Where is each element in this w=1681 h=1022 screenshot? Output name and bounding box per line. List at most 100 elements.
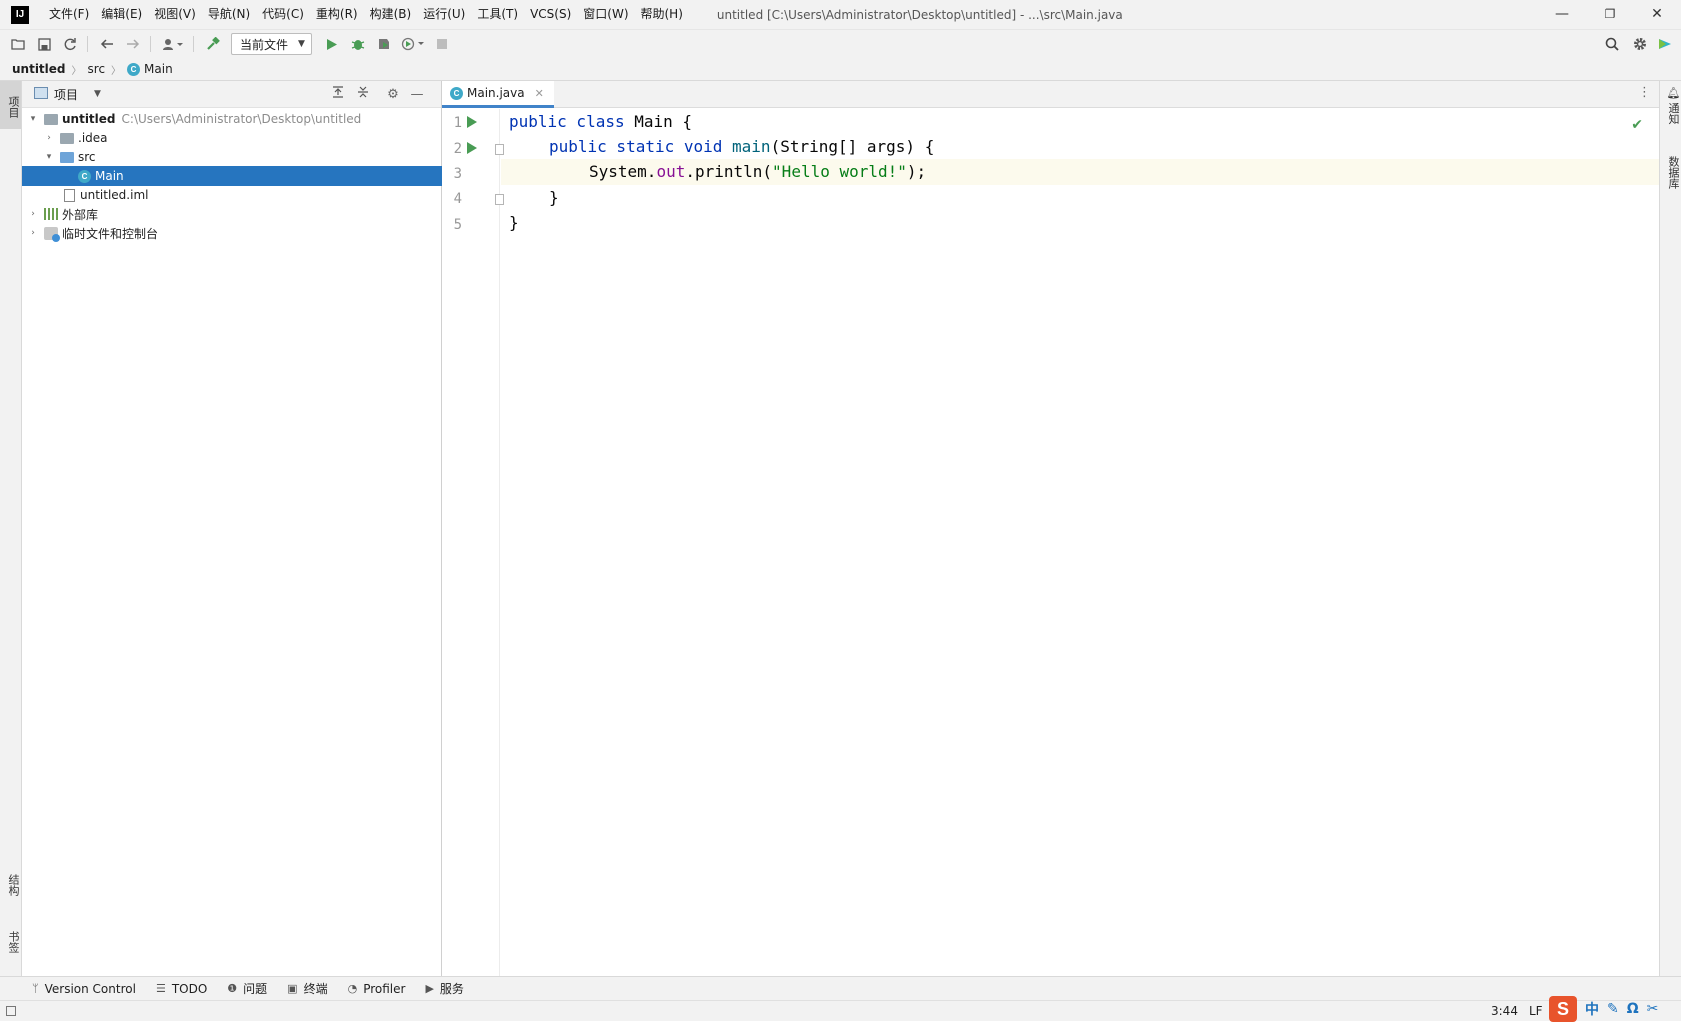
breadcrumb-main[interactable]: Main xyxy=(144,62,173,76)
run-configuration-dropdown[interactable]: 当前文件 ▼ xyxy=(231,33,312,55)
minimize-button[interactable]: — xyxy=(1539,0,1585,29)
menu-navigate[interactable]: 导航(N) xyxy=(202,0,256,29)
tree-item-src[interactable]: ▾ src xyxy=(22,147,442,167)
toolbar-separator xyxy=(87,36,88,52)
menu-view[interactable]: 视图(V) xyxy=(148,0,202,29)
code-line[interactable]: public class Main { xyxy=(501,109,1659,135)
bookmarks-tool-button[interactable]: 书签 xyxy=(0,924,21,960)
profile-icon[interactable] xyxy=(398,32,428,56)
title-bar: IJ 文件(F) 编辑(E) 视图(V) 导航(N) 代码(C) 重构(R) 构… xyxy=(0,0,1681,29)
debug-icon[interactable] xyxy=(346,32,370,56)
tree-item-iml[interactable]: untitled.iml xyxy=(22,185,442,205)
project-tool-button[interactable]: 项目 xyxy=(0,81,21,129)
tree-item-main[interactable]: C Main xyxy=(22,166,442,186)
pen-icon[interactable]: ✎ xyxy=(1607,1001,1619,1017)
build-icon[interactable] xyxy=(201,32,225,56)
chevron-right-icon[interactable]: › xyxy=(26,209,40,219)
settings-icon[interactable] xyxy=(1628,32,1652,56)
menu-code[interactable]: 代码(C) xyxy=(256,0,310,29)
structure-tool-button[interactable]: 结构 xyxy=(0,865,21,905)
code-area[interactable]: public class Main { public static void m… xyxy=(501,109,1659,976)
chevron-down-icon[interactable]: ▼ xyxy=(94,89,101,99)
tab-main-java[interactable]: C Main.java ✕ xyxy=(442,81,554,108)
menu-refactor[interactable]: 重构(R) xyxy=(310,0,364,29)
tab-version-control[interactable]: ᛘ Version Control xyxy=(32,982,136,996)
save-icon[interactable] xyxy=(32,32,56,56)
open-icon[interactable] xyxy=(6,32,30,56)
search-icon[interactable] xyxy=(1600,32,1624,56)
code-line[interactable]: public static void main(String[] args) { xyxy=(501,134,1659,160)
tree-item-scratches[interactable]: › 临时文件和控制台 xyxy=(22,223,442,243)
code-line[interactable]: } xyxy=(501,210,1659,236)
back-icon[interactable] xyxy=(95,32,119,56)
restore-button[interactable]: ❐ xyxy=(1587,0,1633,29)
sogou-ime-logo[interactable]: S xyxy=(1549,995,1577,1022)
run-gutter-icon[interactable] xyxy=(467,116,477,128)
close-icon[interactable]: ✕ xyxy=(535,87,544,100)
coverage-icon[interactable] xyxy=(372,32,396,56)
run-icon[interactable] xyxy=(320,32,344,56)
ime-chinese-mode[interactable]: 中 xyxy=(1585,999,1599,1019)
tool-windows-toggle-icon[interactable] xyxy=(6,1006,16,1016)
caret-position[interactable]: 3:44 xyxy=(1491,1004,1518,1018)
menu-window[interactable]: 窗口(W) xyxy=(577,0,634,29)
tab-todo[interactable]: ☰ TODO xyxy=(156,982,207,996)
menu-help[interactable]: 帮助(H) xyxy=(635,0,689,29)
chevron-down-icon[interactable]: ▾ xyxy=(26,114,40,124)
stop-icon[interactable] xyxy=(430,32,454,56)
bell-icon: 🔔︎ xyxy=(1667,85,1680,100)
tab-profiler[interactable]: ◔ Profiler xyxy=(348,982,406,996)
sync-icon[interactable] xyxy=(58,32,82,56)
problems-icon: ❶ xyxy=(227,982,238,995)
expand-all-icon[interactable] xyxy=(328,85,348,105)
terminal-icon: ▣ xyxy=(287,982,298,995)
project-panel-title[interactable]: 项目 xyxy=(54,86,78,103)
breadcrumb-src[interactable]: src xyxy=(88,62,106,76)
database-tool-label: 数据库 xyxy=(1667,155,1680,189)
chevron-down-icon[interactable]: ▾ xyxy=(42,152,56,162)
code-line[interactable]: } xyxy=(501,185,1659,211)
notifications-tool-button[interactable]: 🔔︎ 通知 xyxy=(1660,85,1681,125)
java-class-icon: C xyxy=(450,86,463,100)
scissors-icon[interactable]: ✂ xyxy=(1647,1001,1659,1017)
tab-problems[interactable]: ❶ 问题 xyxy=(227,980,267,997)
code-text: } xyxy=(509,213,519,232)
menu-run[interactable]: 运行(U) xyxy=(417,0,471,29)
chevron-right-icon[interactable]: › xyxy=(26,228,40,238)
database-tool-button[interactable]: 数据库 xyxy=(1660,141,1681,203)
gear-icon[interactable]: ⚙ xyxy=(383,85,403,105)
menu-edit[interactable]: 编辑(E) xyxy=(95,0,148,29)
more-options-icon[interactable]: ⋮ xyxy=(1638,85,1651,100)
plugin-icon[interactable] xyxy=(1653,32,1677,56)
close-window-button[interactable]: ✕ xyxy=(1634,0,1680,29)
menu-vcs[interactable]: VCS(S) xyxy=(524,0,577,29)
tab-services[interactable]: ▶ 服务 xyxy=(425,980,463,997)
intellij-logo-icon: IJ xyxy=(11,5,29,24)
user-icon[interactable] xyxy=(158,32,188,56)
omega-icon[interactable]: Ω xyxy=(1627,1001,1639,1017)
tree-item-idea[interactable]: › .idea xyxy=(22,128,442,148)
toolbar-separator xyxy=(193,36,194,52)
forward-icon[interactable] xyxy=(121,32,145,56)
project-view-icon xyxy=(34,86,48,102)
menu-tools[interactable]: 工具(T) xyxy=(471,0,524,29)
scratches-icon xyxy=(44,226,60,242)
menu-build[interactable]: 构建(B) xyxy=(364,0,418,29)
chevron-right-icon[interactable]: › xyxy=(42,133,56,143)
tree-item-external-libraries[interactable]: › 外部库 xyxy=(22,204,442,224)
collapse-all-icon[interactable] xyxy=(353,85,373,105)
line-separator[interactable]: LF xyxy=(1529,1004,1543,1018)
status-bar: 3:44 LF S 中 ✎ Ω ✂ xyxy=(0,995,1681,1022)
code-line-current[interactable]: System.out.println("Hello world!"); xyxy=(501,159,1659,185)
breadcrumb-project[interactable]: untitled xyxy=(12,62,66,76)
code-editor: C Main.java ✕ ⋮ 1 2 3 4 5 public class M… xyxy=(442,81,1659,976)
tree-item-project-root[interactable]: ▾ untitled C:\Users\Administrator\Deskto… xyxy=(22,109,442,129)
run-gutter-icon[interactable] xyxy=(467,142,477,154)
ime-toolbar: S 中 ✎ Ω ✂ xyxy=(1549,995,1658,1022)
tab-terminal[interactable]: ▣ 终端 xyxy=(287,980,327,997)
menu-file[interactable]: 文件(F) xyxy=(43,0,95,29)
java-class-icon: C xyxy=(127,62,141,76)
inspection-ok-icon[interactable]: ✔ xyxy=(1631,117,1643,133)
hide-panel-icon[interactable]: — xyxy=(407,85,427,105)
right-tool-stripe: 🔔︎ 通知 数据库 xyxy=(1659,81,1681,976)
